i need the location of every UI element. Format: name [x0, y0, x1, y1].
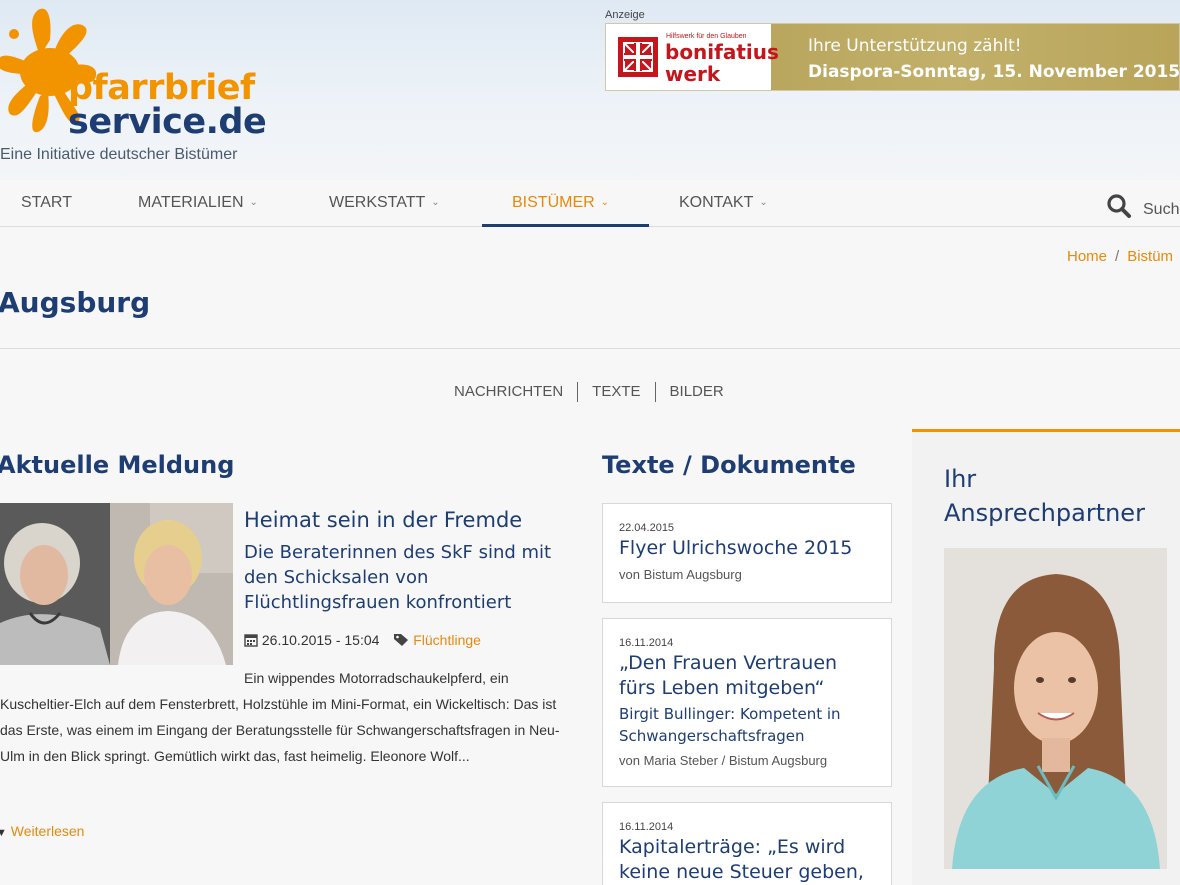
page-title: Augsburg: [0, 286, 151, 319]
logo-tagline: Eine Initiative deutscher Bistümer: [0, 146, 238, 163]
document-title[interactable]: „Den Frauen Vertrauen fürs Leben mitgebe…: [619, 651, 875, 701]
logo-word-service: service.de: [68, 102, 267, 142]
ad-cross-icon: [618, 37, 658, 77]
read-more-label: Weiterlesen: [10, 823, 85, 839]
news-image[interactable]: [0, 503, 233, 665]
chevron-down-icon: ▼: [0, 827, 7, 839]
news-date: 26.10.2015 - 15:04: [261, 632, 380, 648]
breadcrumb: Home / Bistüm: [1067, 248, 1173, 265]
chevron-down-icon: ⌄: [759, 197, 768, 208]
read-more-link[interactable]: ▼ Weiterlesen: [0, 823, 84, 839]
chevron-down-icon: ⌄: [431, 197, 440, 208]
document-card[interactable]: 16.11.2014 „Den Frauen Vertrauen fürs Le…: [602, 618, 892, 787]
divider: [0, 348, 1180, 349]
news-teaser: Ein wippendes Motorradschaukelpferd, ein…: [0, 665, 580, 769]
document-author: von Bistum Augsburg: [619, 567, 742, 582]
nav-item-materialien[interactable]: MATERIALIEN ⌄: [138, 194, 258, 212]
contact-photo: [944, 548, 1167, 869]
news-teaser-rest: Kuscheltier-Elch auf dem Fensterbrett, H…: [0, 696, 560, 764]
ad-org-tagline: Hilfswerk für den Glauben: [666, 33, 747, 40]
documents-section-title: Texte / Dokumente: [602, 451, 856, 479]
subnav-nachrichten[interactable]: NACHRICHTEN: [454, 383, 563, 400]
breadcrumb-home-link[interactable]: Home: [1067, 248, 1107, 265]
news-section-title: Aktuelle Meldung: [0, 451, 235, 479]
news-meta: 26.10.2015 - 15:04 Flüchtlinge: [244, 632, 481, 648]
document-date: 22.04.2015: [619, 522, 675, 534]
document-card[interactable]: 16.11.2014 Kapitalerträge: „Es wird kein…: [602, 802, 892, 885]
ad-org-name-1: bonifatius: [665, 40, 779, 64]
news-tag-link[interactable]: Flüchtlinge: [413, 632, 481, 648]
ad-org-logo: Hilfswerk für den Glauben bonifatius wer…: [606, 24, 779, 90]
ad-org-name-2: werk: [665, 62, 721, 86]
calendar-icon: [244, 634, 258, 647]
document-author: von Maria Steber / Bistum Augsburg: [619, 753, 828, 768]
nav-item-bistuemer[interactable]: BISTÜMER ⌄: [512, 194, 609, 212]
site-logo[interactable]: pfarrbrief service.de Eine Initiative de…: [0, 4, 272, 164]
search-icon[interactable]: [1106, 193, 1132, 219]
main-nav: START MATERIALIEN ⌄ WERKSTATT ⌄ BISTÜMER ⌄ …: [0, 180, 1180, 227]
contact-sidebar: Ihr Ansprechpartner: [912, 429, 1180, 885]
document-date: 16.11.2014: [619, 637, 674, 649]
news-subtitle: Die Beraterinnen des SkF sind mit den Sc…: [244, 542, 552, 613]
nav-active-indicator: [482, 224, 649, 227]
document-date: 16.11.2014: [619, 821, 674, 833]
subnav-separator: [577, 382, 579, 402]
nav-item-start[interactable]: START: [21, 194, 72, 212]
subnav-texte[interactable]: TEXTE: [592, 383, 640, 400]
nav-item-label: KONTAKT: [679, 194, 754, 211]
section-subnav: NACHRICHTEN TEXTE BILDER: [454, 382, 724, 402]
tag-icon: [394, 634, 409, 646]
news-teaser-line-1: Ein wippendes Motorradschaukelpferd, ein: [244, 670, 509, 686]
ad-headline: Ihre Unterstützung zählt!: [808, 36, 1022, 56]
document-subtitle: Birgit Bullinger: Kompetent in Schwanger…: [619, 705, 841, 745]
nav-item-label: WERKSTATT: [329, 194, 426, 211]
document-title[interactable]: Flyer Ulrichswoche 2015: [619, 536, 875, 561]
news-title[interactable]: Heimat sein in der Fremde: [244, 508, 522, 532]
chevron-down-icon: ⌄: [600, 197, 610, 208]
breadcrumb-separator: /: [1115, 248, 1120, 265]
nav-item-label: MATERIALIEN: [138, 194, 244, 211]
subnav-bilder[interactable]: BILDER: [670, 383, 724, 400]
document-card[interactable]: 22.04.2015 Flyer Ulrichswoche 2015 von B…: [602, 503, 892, 603]
nav-item-werkstatt[interactable]: WERKSTATT ⌄: [329, 194, 440, 212]
nav-item-label: BISTÜMER: [512, 194, 595, 211]
nav-item-kontakt[interactable]: KONTAKT ⌄: [679, 194, 768, 212]
chevron-down-icon: ⌄: [249, 197, 258, 208]
ad-label: Anzeige: [605, 9, 645, 21]
document-title[interactable]: Kapitalerträge: „Es wird keine neue Steu…: [619, 835, 875, 885]
subnav-separator: [654, 382, 656, 402]
site-header: pfarrbrief service.de Eine Initiative de…: [0, 0, 1180, 180]
nav-item-label: START: [21, 194, 72, 211]
breadcrumb-current-link[interactable]: Bistüm: [1127, 248, 1173, 265]
contact-title: Ihr Ansprechpartner: [944, 465, 1145, 527]
ad-banner[interactable]: Hilfswerk für den Glauben bonifatius wer…: [605, 23, 1180, 91]
ad-subline: Diaspora-Sonntag, 15. November 2015: [808, 62, 1180, 82]
search-label[interactable]: Such: [1143, 201, 1179, 219]
